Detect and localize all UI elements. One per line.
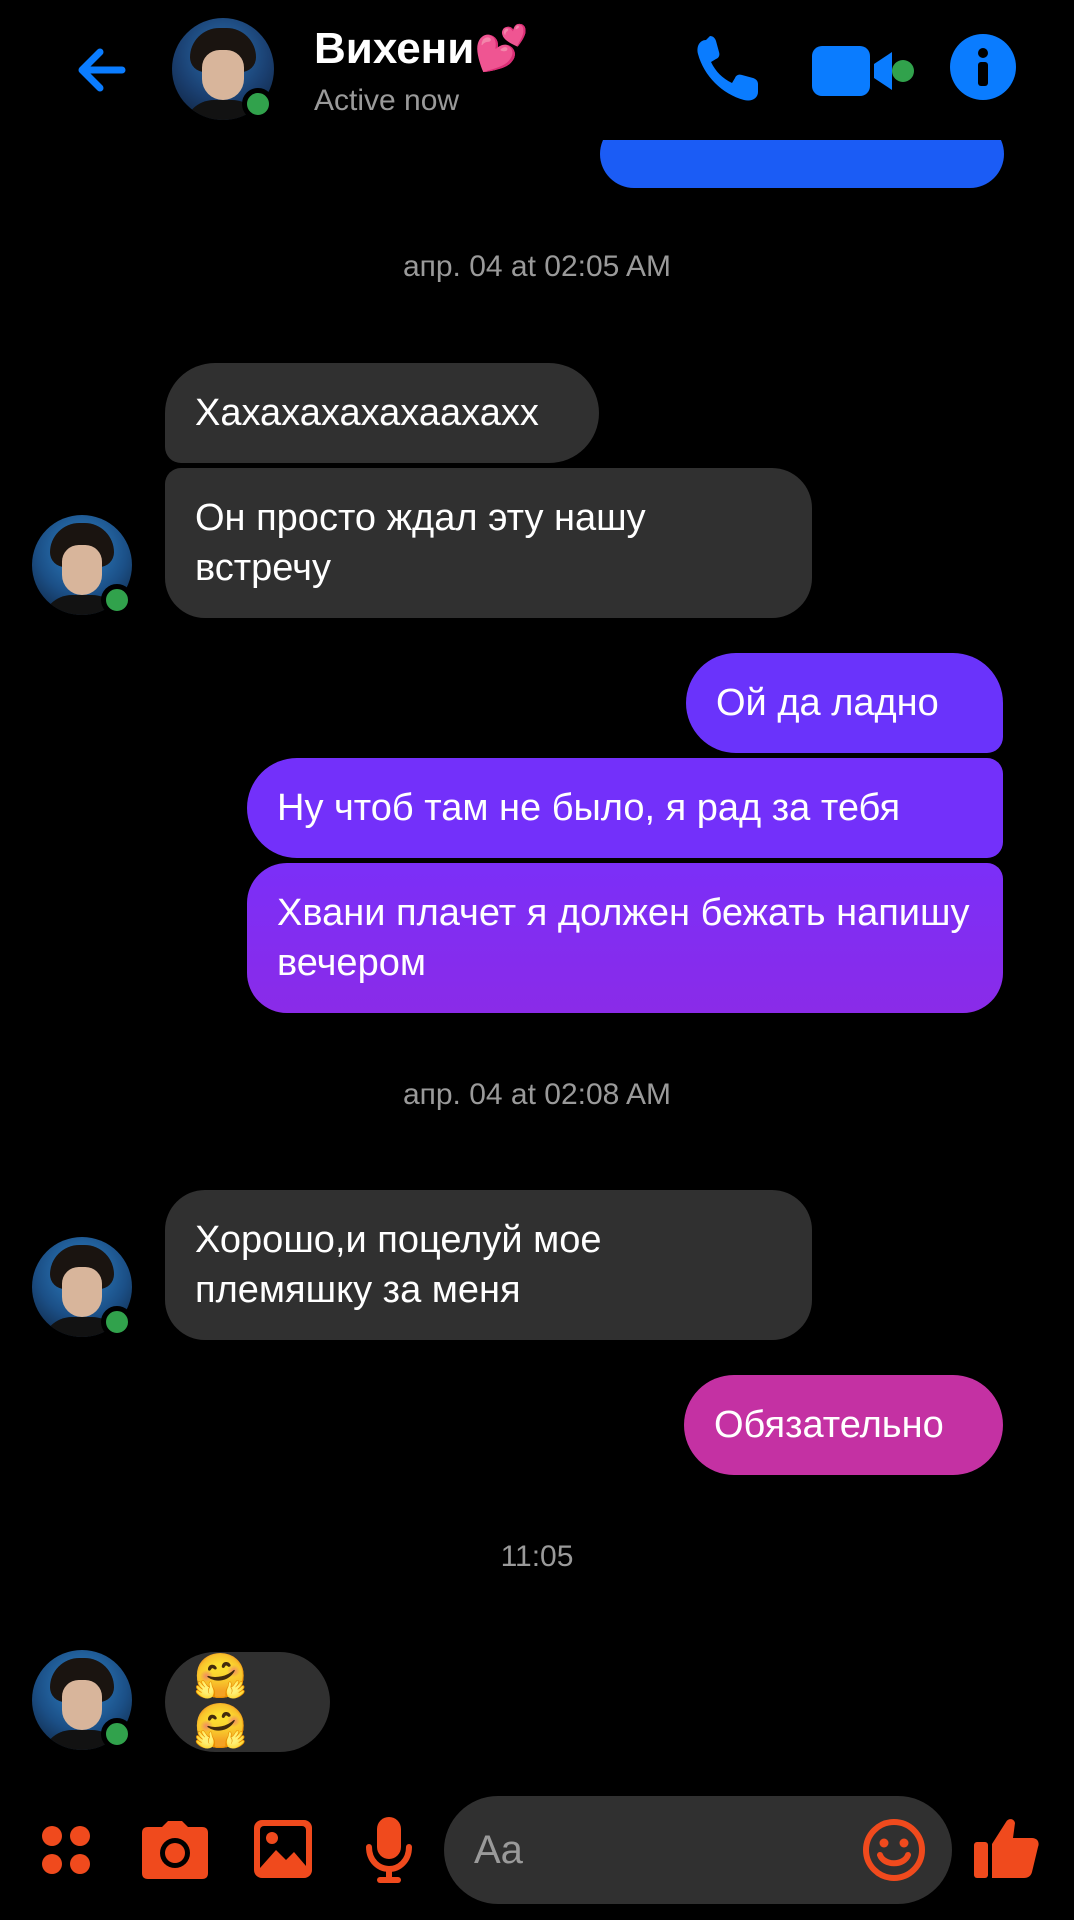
incoming-message[interactable]: Он просто ждал эту нашу встречу	[165, 468, 812, 618]
outgoing-message[interactable]: Ой да ладно	[686, 653, 1003, 753]
like-button[interactable]	[970, 1812, 1042, 1884]
outgoing-message[interactable]: Ну чтоб там не было, я рад за тебя	[247, 758, 1003, 858]
online-indicator	[101, 1718, 133, 1750]
arrow-left-icon	[78, 48, 126, 92]
smiley-icon	[863, 1819, 925, 1881]
gallery-button[interactable]	[250, 1816, 316, 1882]
back-button[interactable]	[62, 30, 142, 110]
phone-icon	[697, 36, 758, 101]
image-icon	[254, 1820, 312, 1878]
info-button[interactable]	[950, 34, 1016, 100]
microphone-icon	[366, 1817, 412, 1883]
online-indicator	[242, 88, 274, 120]
incoming-message-emoji[interactable]: 🤗🤗	[165, 1652, 330, 1752]
incoming-message[interactable]: Хахахахахахаахахх	[165, 363, 599, 463]
chat-header: Вихени💕 Active now	[0, 0, 1074, 140]
outgoing-message[interactable]: Хвани плачет я должен бежать напишу вече…	[247, 863, 1003, 1013]
camera-button[interactable]	[138, 1816, 212, 1884]
thumbs-up-icon	[974, 1819, 1039, 1878]
contact-name[interactable]: Вихени💕	[314, 22, 529, 74]
outgoing-message[interactable]: Обязательно	[684, 1375, 1003, 1475]
four-dots-icon	[42, 1826, 90, 1874]
voice-call-button[interactable]	[690, 34, 766, 106]
timestamp: 11:05	[500, 1540, 574, 1573]
message-composer	[0, 1780, 1074, 1920]
emoji-button[interactable]	[860, 1816, 928, 1884]
timestamp: апр. 04 at 02:08 AM	[402, 1078, 672, 1111]
timestamp: апр. 04 at 02:05 AM	[402, 250, 672, 283]
camera-icon	[142, 1821, 208, 1879]
online-indicator	[101, 584, 133, 616]
video-online-dot	[892, 60, 914, 82]
online-indicator	[101, 1306, 133, 1338]
voice-record-button[interactable]	[364, 1814, 414, 1886]
more-actions-button[interactable]	[34, 1818, 98, 1882]
info-icon	[978, 48, 988, 86]
incoming-message[interactable]: Хорошо,и поцелуй мое племяшку за меня	[165, 1190, 812, 1340]
contact-status: Active now	[314, 84, 460, 117]
